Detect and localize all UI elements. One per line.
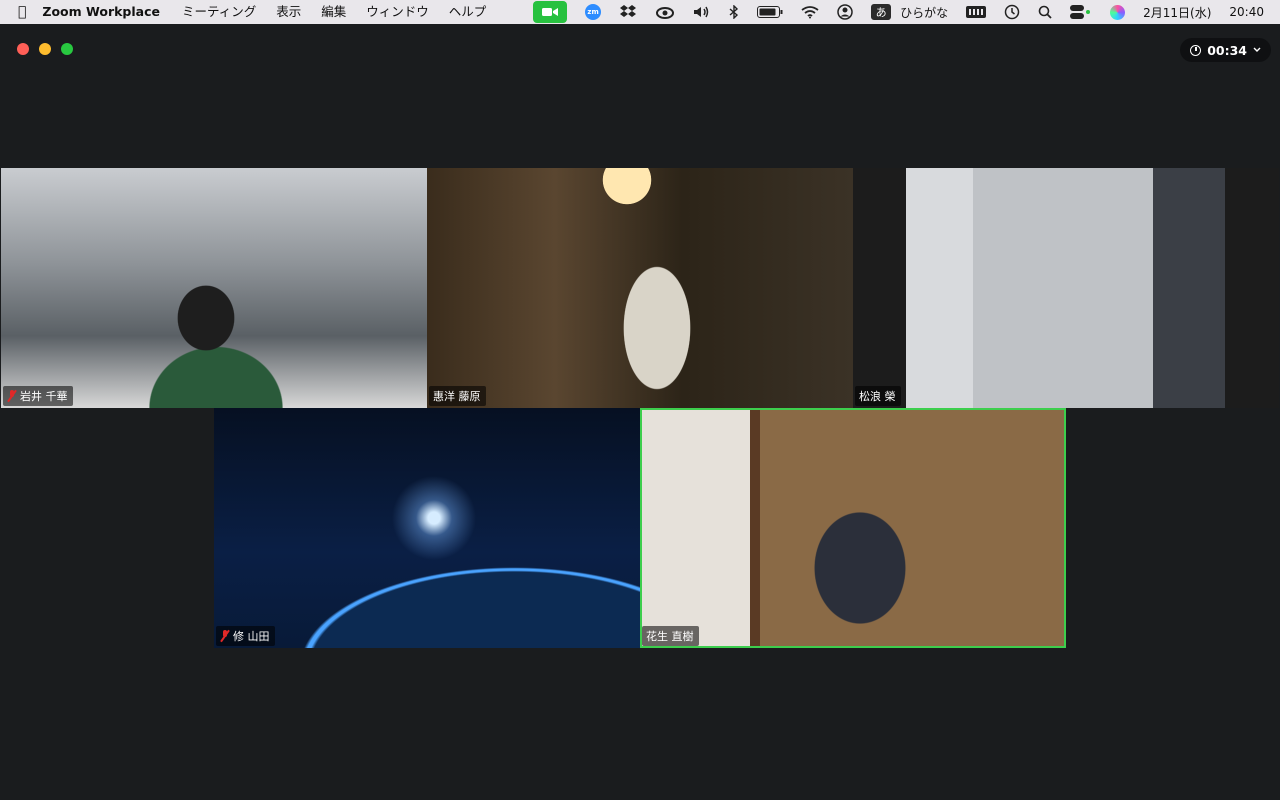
participant-name-tag: 松浪 榮 [855,386,901,406]
participant-name: 惠洋 藤原 [433,390,481,403]
volume-icon[interactable] [693,0,711,24]
video-tile[interactable]: 修 山田 [214,408,640,648]
close-window-button[interactable] [17,43,29,55]
clock-icon [1190,44,1202,56]
zoom-video-status-icon[interactable] [533,0,568,24]
dropbox-icon[interactable] [619,0,637,24]
status-area: zm あ ひらがな 2月11日(水) 20:40 [524,0,1280,24]
menubar-clock[interactable]: 20:40 [1229,0,1264,24]
time-machine-icon[interactable] [1004,0,1020,24]
meeting-timer-value: 00:34 [1207,42,1247,58]
menu-help[interactable]: ヘルプ [439,0,497,24]
ime-icon: あ [871,4,892,20]
participant-name: 修 山田 [233,630,270,643]
minimize-window-button[interactable] [39,43,51,55]
input-method-indicator[interactable]: あ [871,0,892,24]
bluetooth-icon[interactable] [729,0,739,24]
video-tile[interactable]: 岩井 千華 [1,168,427,408]
participant-name-tag: 修 山田 [216,626,275,646]
chevron-down-icon [1253,47,1261,52]
participant-name-tag: 花生 直樹 [642,626,699,646]
creative-cloud-icon[interactable] [655,0,675,24]
participant-name: 岩井 千華 [20,390,68,403]
menubar-date[interactable]: 2月11日(水) [1143,0,1211,24]
battery-icon[interactable] [757,0,783,24]
video-tile[interactable]: 松浪 榮 [853,168,1279,408]
participant-name-tag: 惠洋 藤原 [429,386,486,406]
menu-bar:  Zoom Workplace ミーティング 表示 編集 ウィンドウ ヘルプ … [0,0,1280,24]
participant-name: 花生 直樹 [646,630,694,643]
video-tile-active-speaker[interactable]: 花生 直樹 [640,408,1066,648]
input-method-label[interactable]: ひらがな [900,0,948,24]
participant-name: 松浪 榮 [859,390,896,403]
keyboard-icon[interactable] [966,0,987,24]
zoom-meeting-window: 00:34 岩井 千華 惠洋 藤原 松浪 榮 修 山田 花生 直樹 [0,24,1280,800]
participant-name-tag: 岩井 千華 [3,386,73,406]
app-menu[interactable]: Zoom Workplace [36,0,172,24]
menu-edit[interactable]: 編集 [311,0,356,24]
wifi-icon[interactable] [801,0,819,24]
menu-meeting[interactable]: ミーティング [172,0,266,24]
menu-view[interactable]: 表示 [266,0,311,24]
siri-icon[interactable] [1110,0,1126,24]
muted-microphone-icon [220,630,230,642]
zoom-app-icon[interactable]: zm [585,0,602,24]
control-center-icon[interactable] [1070,0,1092,24]
user-account-icon[interactable] [837,0,853,24]
zoom-window-button[interactable] [61,43,73,55]
muted-microphone-icon [7,390,17,402]
spotlight-search-icon[interactable] [1038,0,1052,24]
apple-menu-icon[interactable]:  [0,0,36,24]
video-tile[interactable]: 惠洋 藤原 [427,168,853,408]
meeting-timer[interactable]: 00:34 [1180,38,1271,62]
menu-window[interactable]: ウィンドウ [356,0,439,24]
